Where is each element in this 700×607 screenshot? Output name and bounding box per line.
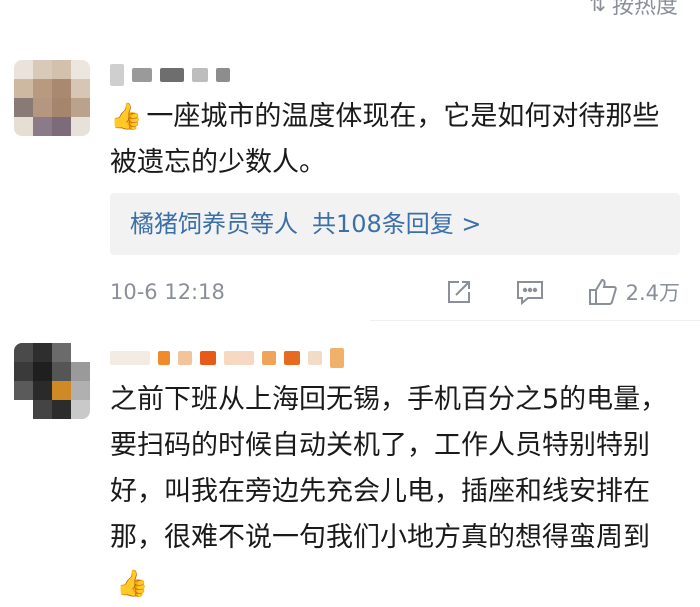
share-icon — [447, 281, 470, 303]
comment-text: 之前下班从上海回无锡，手机百分之5的电量，要扫码的时候自动关机了，工作人员特别特… — [110, 377, 676, 607]
comment-icon — [516, 281, 543, 305]
username-blurred[interactable] — [110, 62, 230, 88]
comment-text: 👍 一座城市的温度体现在，它是如何对待那些被遗忘的少数人。 — [110, 94, 676, 186]
avatar[interactable] — [14, 60, 90, 136]
sort-label: 按热度 — [611, 0, 678, 19]
thumbs-up-outline-icon — [588, 278, 617, 305]
divider — [370, 320, 700, 321]
comment-meta: 10-6 12:18 2.4万 — [110, 272, 680, 312]
replies-link[interactable]: 橘猪饲养员等人 共108条回复 > — [110, 193, 680, 255]
comment-button[interactable] — [516, 279, 544, 305]
sort-toggle[interactable]: ⇅ 按热度 — [589, 0, 678, 20]
comment-time: 10-6 12:18 — [110, 280, 225, 304]
thumbs-up-icon: 👍 — [110, 102, 143, 132]
username-blurred[interactable] — [110, 345, 344, 371]
reply-users: 橘猪饲养员等人 — [130, 210, 298, 238]
thumbs-up-icon: 👍 — [116, 569, 149, 599]
like-count: 2.4万 — [625, 281, 680, 305]
like-button[interactable]: 2.4万 — [588, 277, 680, 307]
sort-icon: ⇅ — [589, 0, 606, 16]
reply-count: 共108条回复 > — [312, 210, 482, 238]
avatar[interactable] — [14, 343, 90, 419]
share-button[interactable] — [446, 279, 472, 305]
